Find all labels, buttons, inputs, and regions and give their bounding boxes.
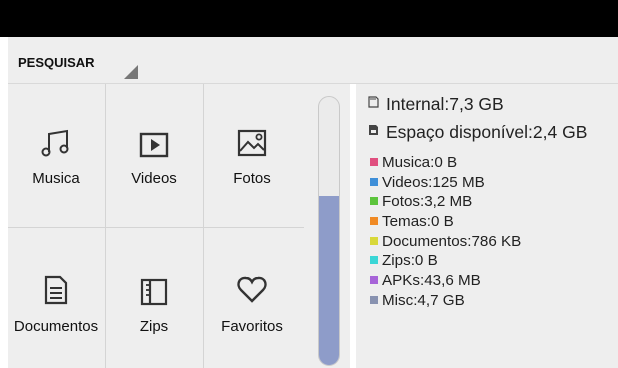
grid-divider bbox=[105, 84, 106, 368]
grid-divider bbox=[203, 84, 204, 368]
legend-swatch bbox=[370, 158, 378, 166]
legend-item: Temas:0 B bbox=[370, 212, 521, 232]
category-tile-favoritos[interactable]: Favoritos bbox=[204, 228, 300, 368]
spinner-arrow-icon bbox=[124, 65, 138, 79]
legend-label: Musica:0 B bbox=[382, 154, 458, 171]
category-label: Favoritos bbox=[221, 318, 283, 335]
category-tile-documentos[interactable]: Documentos bbox=[8, 228, 104, 368]
legend-item: APKs:43,6 MB bbox=[370, 271, 521, 291]
sd-card-filled-icon bbox=[369, 125, 378, 135]
legend-item: Musica:0 B bbox=[370, 153, 521, 173]
category-label: Videos bbox=[131, 170, 177, 187]
legend-item: Documentos:786 KB bbox=[370, 232, 521, 252]
legend-label: Misc:4,7 GB bbox=[382, 291, 465, 309]
internal-storage-text: Internal:7,3 GB bbox=[386, 94, 504, 114]
legend-swatch bbox=[370, 256, 378, 265]
grid-divider bbox=[8, 227, 304, 228]
legend-label: Fotos:3,2 MB bbox=[382, 193, 473, 211]
storage-bar-pane bbox=[304, 84, 350, 368]
legend-swatch bbox=[370, 217, 378, 226]
heart-icon bbox=[237, 276, 267, 303]
legend-item: Fotos:3,2 MB bbox=[370, 192, 521, 212]
category-label: Documentos bbox=[13, 318, 99, 335]
video-play-icon bbox=[139, 132, 169, 158]
available-storage-row: Espaço disponível:2,4 GB bbox=[368, 122, 587, 146]
category-tile-fotos[interactable]: Fotos bbox=[204, 84, 300, 226]
sd-card-outline-icon bbox=[368, 96, 379, 108]
storage-usage-bar bbox=[318, 96, 340, 366]
legend-swatch bbox=[370, 177, 378, 186]
available-storage-text: Espaço disponível:2,4 GB bbox=[386, 122, 588, 142]
music-note-icon bbox=[41, 129, 69, 157]
storage-legend: Musica:0 B Videos:125 MB Fotos:3,2 MB Te… bbox=[370, 153, 521, 311]
toolbar: PESQUISAR bbox=[8, 37, 618, 84]
legend-item: Zips:0 B bbox=[370, 251, 521, 271]
legend-swatch bbox=[370, 276, 378, 285]
legend-label: APKs:43,6 MB bbox=[382, 272, 481, 290]
storage-info-panel: Internal:7,3 GB Espaço disponível:2,4 GB… bbox=[356, 84, 618, 368]
category-tile-musica[interactable]: Musica bbox=[8, 84, 104, 226]
search-spinner[interactable]: PESQUISAR bbox=[8, 37, 148, 84]
legend-item: Videos:125 MB bbox=[370, 173, 521, 193]
category-label: Fotos bbox=[233, 170, 271, 187]
legend-swatch bbox=[370, 295, 378, 304]
category-grid: Musica Videos Fotos Documentos Zips Favo… bbox=[8, 84, 304, 368]
image-icon bbox=[237, 129, 267, 157]
category-label: Zips bbox=[139, 318, 169, 335]
legend-label: Videos:125 MB bbox=[382, 173, 485, 191]
legend-label: Temas:0 B bbox=[382, 213, 454, 231]
legend-label: Documentos:786 KB bbox=[382, 232, 522, 250]
zip-book-icon bbox=[140, 278, 168, 306]
legend-swatch bbox=[370, 236, 378, 245]
document-icon bbox=[44, 275, 68, 305]
category-tile-zips[interactable]: Zips bbox=[106, 228, 202, 368]
internal-storage-row: Internal:7,3 GB bbox=[368, 94, 504, 118]
search-spinner-label: PESQUISAR bbox=[18, 55, 95, 70]
legend-label: Zips:0 B bbox=[382, 252, 438, 270]
category-label: Musica bbox=[32, 170, 80, 187]
storage-usage-fill bbox=[319, 196, 339, 365]
legend-item: Misc:4,7 GB bbox=[370, 291, 521, 311]
status-bar bbox=[0, 0, 618, 37]
category-tile-videos[interactable]: Videos bbox=[106, 84, 202, 226]
legend-swatch bbox=[370, 197, 378, 206]
